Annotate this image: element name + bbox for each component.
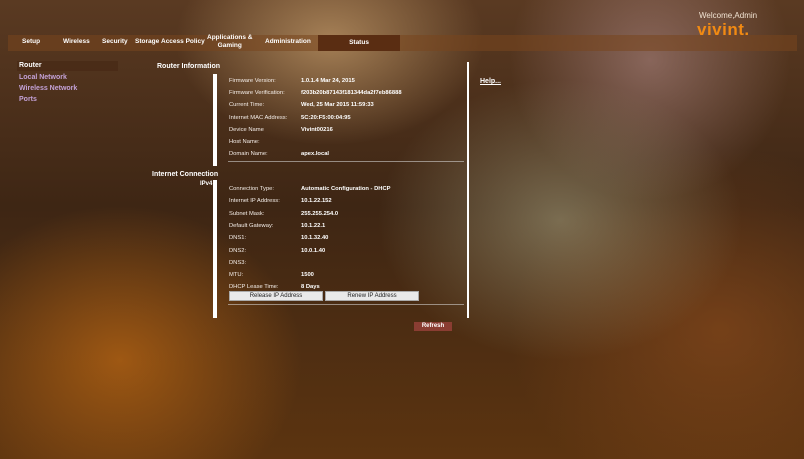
sidebar-item-local-network[interactable]: Local Network: [19, 74, 67, 81]
nav-tab-access-policy[interactable]: Access Policy: [161, 38, 205, 45]
release-ip-button[interactable]: Release IP Address: [229, 291, 323, 301]
internet-info-label: Internet IP Address:: [229, 198, 280, 205]
internet-info-value: 10.1.22.1: [301, 222, 326, 229]
internet-info-label: MTU:: [229, 272, 244, 279]
refresh-button[interactable]: Refresh: [414, 322, 452, 331]
internet-info-label: DNS1:: [229, 235, 247, 242]
router-info-value: f203b20b87143f181344da2f7eb86888: [301, 90, 402, 97]
sidebar-item-wireless-network[interactable]: Wireless Network: [19, 85, 77, 92]
internet-info-label: DNS3:: [229, 259, 247, 266]
internet-info-value: Automatic Configuration - DHCP: [301, 186, 391, 192]
internet-info-value: 8 Days: [301, 284, 320, 291]
nav-tab-setup[interactable]: Setup: [22, 38, 40, 45]
sidebar-item-ports[interactable]: Ports: [19, 96, 37, 103]
router-info-value: 5C:20:F5:00:04:95: [301, 114, 351, 121]
internet-info-label: Default Gateway:: [229, 222, 274, 229]
content-right-divider: [467, 62, 469, 318]
internet-info-label: DNS2:: [229, 247, 247, 254]
ipv4-label: IPv4: [200, 181, 213, 187]
router-info-value: Wed, 25 Mar 2015 11:59:33: [301, 102, 374, 109]
router-info-value: 1.0.1.4 Mar 24, 2015: [301, 78, 355, 84]
internet-connection-divider: [213, 180, 217, 318]
internet-info-label: Subnet Mask:: [229, 210, 265, 217]
router-info-label: Device Name: [229, 126, 264, 133]
router-info-label: Host Name:: [229, 139, 260, 145]
internet-connection-title: Internet Connection: [152, 171, 219, 178]
internet-info-value: 255.255.254.0: [301, 210, 339, 217]
top-nav-bar: Setup Wireless Security Storage Access P…: [8, 34, 797, 51]
router-info-label: Firmware Version:: [229, 78, 276, 84]
nav-tab-wireless[interactable]: Wireless: [63, 38, 90, 45]
nav-tab-status-label: Status: [349, 39, 369, 46]
internet-info-separator: [228, 304, 464, 305]
router-info-label: Internet MAC Address:: [229, 114, 288, 121]
nav-tab-status[interactable]: Status: [318, 35, 400, 51]
router-info-value: Vivint00216: [301, 126, 333, 133]
router-info-value: apex.local: [301, 151, 330, 158]
nav-tab-security[interactable]: Security: [102, 38, 128, 45]
welcome-text: Welcome,Admin: [699, 11, 758, 20]
sidebar-item-router[interactable]: Router: [19, 62, 42, 69]
internet-info-label: Connection Type:: [229, 186, 275, 192]
nav-tab-administration[interactable]: Administration: [265, 38, 311, 45]
router-info-label: Domain Name:: [229, 151, 268, 158]
renew-ip-button[interactable]: Renew IP Address: [325, 291, 419, 301]
router-info-separator: [228, 161, 464, 162]
nav-tab-applications-gaming[interactable]: Applications & Gaming: [207, 34, 253, 49]
nav-tab-applications-gaming-line2: Gaming: [217, 41, 242, 49]
internet-info-value: 10.1.22.152: [301, 198, 332, 205]
internet-info-value: 10.1.32.40: [301, 235, 329, 242]
internet-info-label: DHCP Lease Time:: [229, 284, 279, 291]
internet-info-value: 1500: [301, 272, 314, 279]
nav-tab-storage[interactable]: Storage: [135, 38, 159, 45]
nav-tab-applications-gaming-line1: Applications &: [207, 34, 253, 41]
help-link[interactable]: Help...: [480, 78, 501, 85]
router-info-divider: [213, 74, 217, 166]
router-info-label: Current Time:: [229, 102, 265, 109]
internet-info-value: 10.0.1.40: [301, 247, 326, 254]
router-information-title: Router Information: [157, 63, 220, 70]
router-info-label: Firmware Verification:: [229, 90, 285, 97]
